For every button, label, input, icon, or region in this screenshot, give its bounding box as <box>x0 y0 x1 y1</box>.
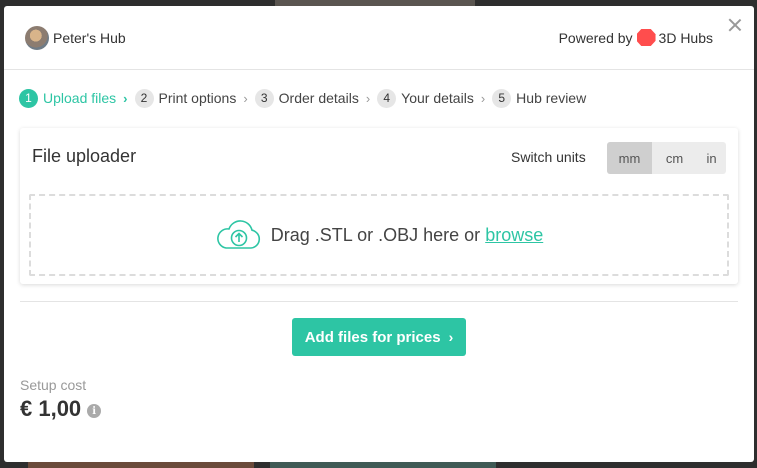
chevron-right-icon: › <box>365 90 371 106</box>
units-toggle: mm cm in <box>607 142 726 174</box>
step-print-options[interactable]: 2 Print options <box>134 88 237 108</box>
drop-instructions: Drag .STL or .OBJ here or <box>270 224 481 245</box>
unit-in-button[interactable]: in <box>697 142 726 174</box>
order-steps: 1 Upload files › 2 Print options › 3 Ord… <box>4 70 754 126</box>
step-number: 5 <box>492 88 512 108</box>
add-files-label: Add files for prices <box>304 328 441 346</box>
step-number: 2 <box>134 88 154 108</box>
brand-name: 3D Hubs <box>658 29 713 46</box>
close-icon[interactable] <box>728 18 742 32</box>
info-icon[interactable]: i <box>87 404 102 418</box>
cloud-upload-icon <box>215 220 261 250</box>
chevron-right-icon: › <box>480 90 486 106</box>
unit-mm-button[interactable]: mm <box>607 142 652 174</box>
step-order-details[interactable]: 3 Order details <box>254 88 359 108</box>
step-label: Upload files <box>43 90 117 106</box>
section-divider <box>20 301 738 302</box>
step-number: 3 <box>254 88 274 108</box>
file-uploader-card: File uploader Switch units mm cm in Drag… <box>20 128 738 284</box>
step-label: Order details <box>278 90 359 106</box>
file-dropzone[interactable]: Drag .STL or .OBJ here or browse <box>29 194 729 276</box>
step-label: Print options <box>158 90 237 106</box>
step-number: 4 <box>377 88 397 108</box>
switch-units-label: Switch units <box>511 149 586 165</box>
add-files-button[interactable]: Add files for prices › <box>292 318 466 356</box>
order-modal: Peter's Hub Powered by 3D Hubs 1 Upload … <box>4 6 754 462</box>
step-hub-review[interactable]: 5 Hub review <box>492 88 587 108</box>
step-label: Your details <box>401 90 474 106</box>
uploader-title: File uploader <box>32 146 137 166</box>
step-number: 1 <box>19 88 38 108</box>
chevron-right-icon: › <box>243 90 248 106</box>
chevron-right-icon: › <box>123 90 128 106</box>
step-your-details[interactable]: 4 Your details <box>377 88 474 108</box>
setup-cost-value: € 1,00 <box>20 396 82 421</box>
chevron-right-icon: › <box>448 329 454 345</box>
step-upload-files[interactable]: 1 Upload files <box>19 88 117 108</box>
browse-link[interactable]: browse <box>485 225 543 245</box>
unit-cm-button[interactable]: cm <box>652 142 697 174</box>
powered-by-label: Powered by <box>558 29 633 46</box>
hub-name: Peter's Hub <box>53 29 126 46</box>
powered-by: Powered by 3D Hubs <box>559 29 713 46</box>
setup-cost-row: € 1,00 i <box>20 396 102 422</box>
hub-avatar <box>25 25 49 50</box>
dropzone-text: Drag .STL or .OBJ here or browse <box>271 225 543 246</box>
step-label: Hub review <box>516 90 587 106</box>
3dhubs-logo-icon <box>636 29 656 46</box>
modal-header: Peter's Hub Powered by 3D Hubs <box>4 6 754 70</box>
setup-cost-label: Setup cost <box>20 377 87 393</box>
